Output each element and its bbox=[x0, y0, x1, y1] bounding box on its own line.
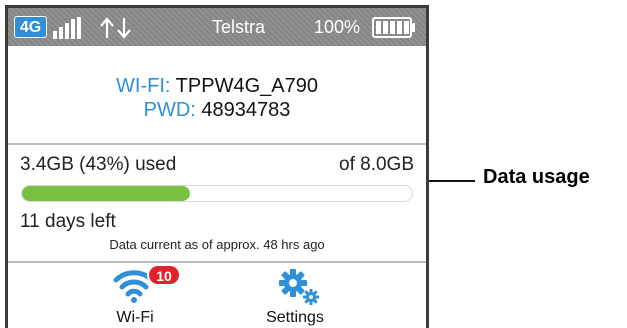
device-screen: 4G Telstra 100% WI-FI: TPPW4G_A790 PWD: … bbox=[5, 5, 429, 328]
up-down-arrows-icon bbox=[100, 17, 131, 39]
carrier-name: Telstra bbox=[212, 17, 266, 37]
data-used-text: 3.4GB (43%) used bbox=[20, 154, 177, 175]
wifi-credentials: WI-FI: TPPW4G_A790 PWD: 48934783 bbox=[8, 74, 426, 122]
gear-icon bbox=[279, 269, 319, 305]
password-value: 48934783 bbox=[201, 99, 291, 121]
ssid-value: TPPW4G_A790 bbox=[175, 75, 318, 97]
data-usage-progress-fill bbox=[22, 186, 190, 201]
wifi-notification-badge: 10 bbox=[147, 264, 181, 286]
ssid-line: WI-FI: TPPW4G_A790 bbox=[8, 74, 426, 98]
days-left-text: 11 days left bbox=[20, 211, 116, 232]
password-label: PWD: bbox=[143, 99, 196, 121]
password-line: PWD: 48934783 bbox=[8, 98, 426, 122]
callout-line bbox=[429, 180, 475, 182]
battery-full-icon bbox=[372, 17, 415, 38]
battery-percent: 100% bbox=[314, 17, 361, 37]
ssid-label: WI-FI: bbox=[116, 75, 171, 97]
wifi-button-label: Wi-Fi bbox=[116, 309, 154, 326]
wifi-button[interactable]: 10 Wi-Fi bbox=[90, 264, 181, 328]
divider bbox=[8, 261, 426, 263]
data-total-text: of 8.0GB bbox=[339, 154, 414, 175]
divider bbox=[8, 143, 426, 145]
status-bar: 4G Telstra 100% bbox=[8, 8, 426, 46]
signal-bars-icon bbox=[53, 17, 83, 39]
settings-button[interactable]: Settings bbox=[250, 264, 340, 328]
data-usage-progress-bar bbox=[21, 185, 413, 202]
settings-button-label: Settings bbox=[266, 309, 324, 326]
data-current-note: Data current as of approx. 48 hrs ago bbox=[109, 237, 325, 252]
network-type-badge: 4G bbox=[14, 16, 47, 38]
data-usage-callout: Data usage bbox=[483, 166, 590, 188]
